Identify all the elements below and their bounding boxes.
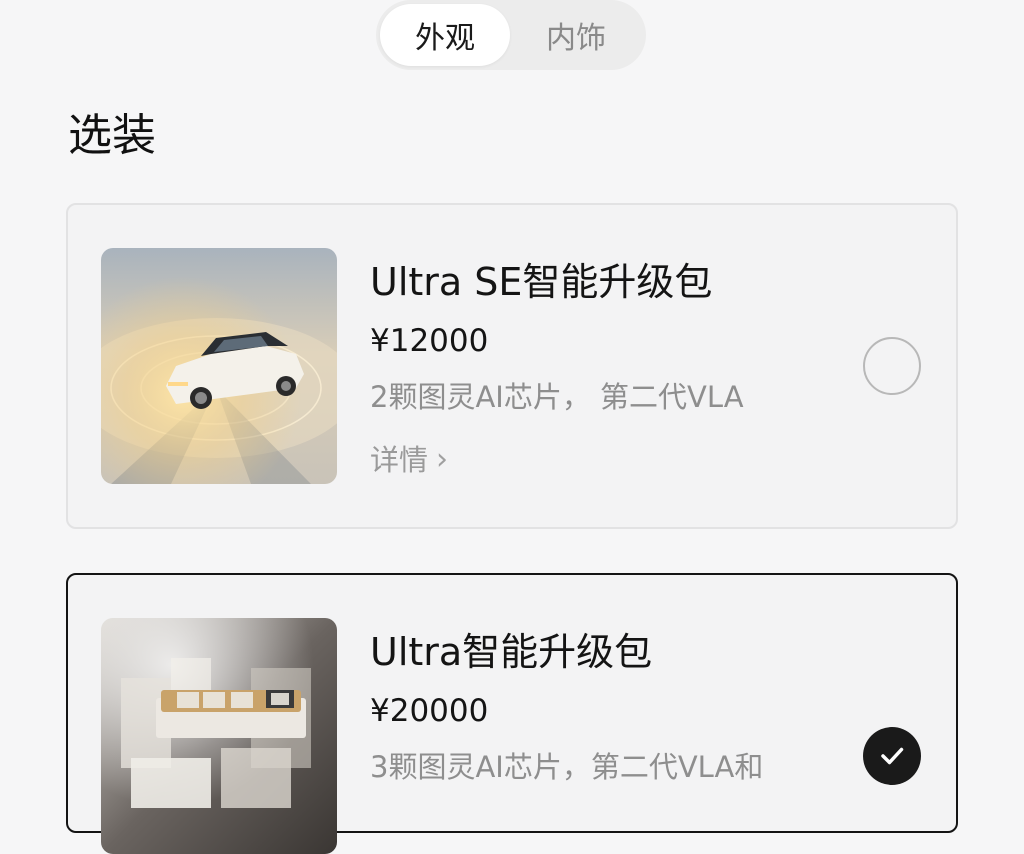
details-link[interactable]: 详情 › (370, 441, 448, 479)
option-card-ultra-se[interactable]: Ultra SE智能升级包 ¥12000 2颗图灵AI芯片， 第二代VLA 详情… (66, 203, 958, 529)
option-card-ultra[interactable]: Ultra智能升级包 ¥20000 3颗图灵AI芯片，第二代VLA和 (66, 573, 958, 854)
option-price: ¥20000 (370, 693, 489, 729)
option-name: Ultra SE智能升级包 (370, 260, 713, 304)
option-image-chip (101, 618, 337, 854)
option-description: 2颗图灵AI芯片， 第二代VLA (370, 380, 744, 414)
select-radio[interactable] (863, 337, 921, 395)
option-name: Ultra智能升级包 (370, 630, 653, 674)
checkmark-icon (881, 747, 904, 765)
section-title: 选装 (68, 110, 156, 161)
view-switcher: 外观 内饰 (376, 0, 646, 70)
option-description: 3颗图灵AI芯片，第二代VLA和 (370, 750, 764, 784)
chevron-right-icon: › (436, 442, 449, 477)
tab-exterior[interactable]: 外观 (380, 4, 510, 66)
option-price: ¥12000 (370, 323, 489, 359)
tab-interior[interactable]: 内饰 (510, 4, 642, 66)
details-label: 详情 (370, 443, 429, 477)
selected-radio[interactable] (863, 727, 921, 785)
option-image-car (101, 248, 337, 484)
